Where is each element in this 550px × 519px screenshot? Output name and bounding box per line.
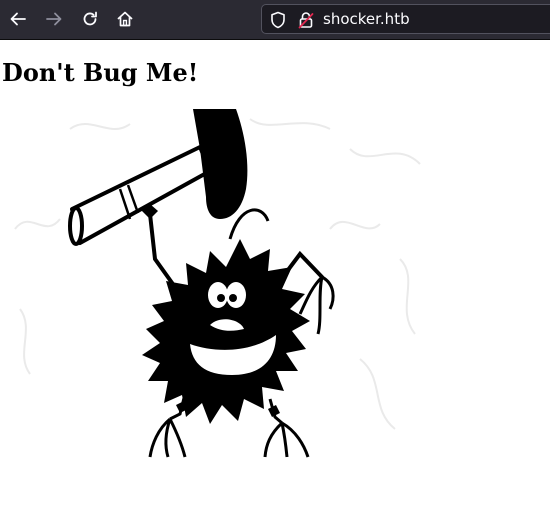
- insecure-lock-icon[interactable]: [298, 11, 314, 29]
- reload-button[interactable]: [76, 5, 104, 33]
- home-icon: [117, 11, 133, 27]
- browser-toolbar: shocker.htb: [0, 0, 550, 40]
- url-bar[interactable]: shocker.htb: [261, 4, 550, 34]
- back-button[interactable]: [4, 5, 32, 33]
- back-arrow-icon: [10, 12, 26, 26]
- reload-icon: [83, 11, 97, 26]
- bug-illustration: [14, 109, 421, 458]
- forward-arrow-icon: [46, 12, 62, 26]
- hammer: [68, 109, 248, 246]
- bug-body: [142, 239, 310, 424]
- bug-arm-left: [148, 212, 182, 296]
- forward-button[interactable]: [40, 5, 68, 33]
- shield-icon[interactable]: [270, 11, 286, 29]
- page-heading: Don't Bug Me!: [2, 58, 199, 87]
- url-text[interactable]: shocker.htb: [323, 10, 410, 28]
- home-button[interactable]: [111, 5, 139, 33]
- bug-antenna: [228, 208, 270, 240]
